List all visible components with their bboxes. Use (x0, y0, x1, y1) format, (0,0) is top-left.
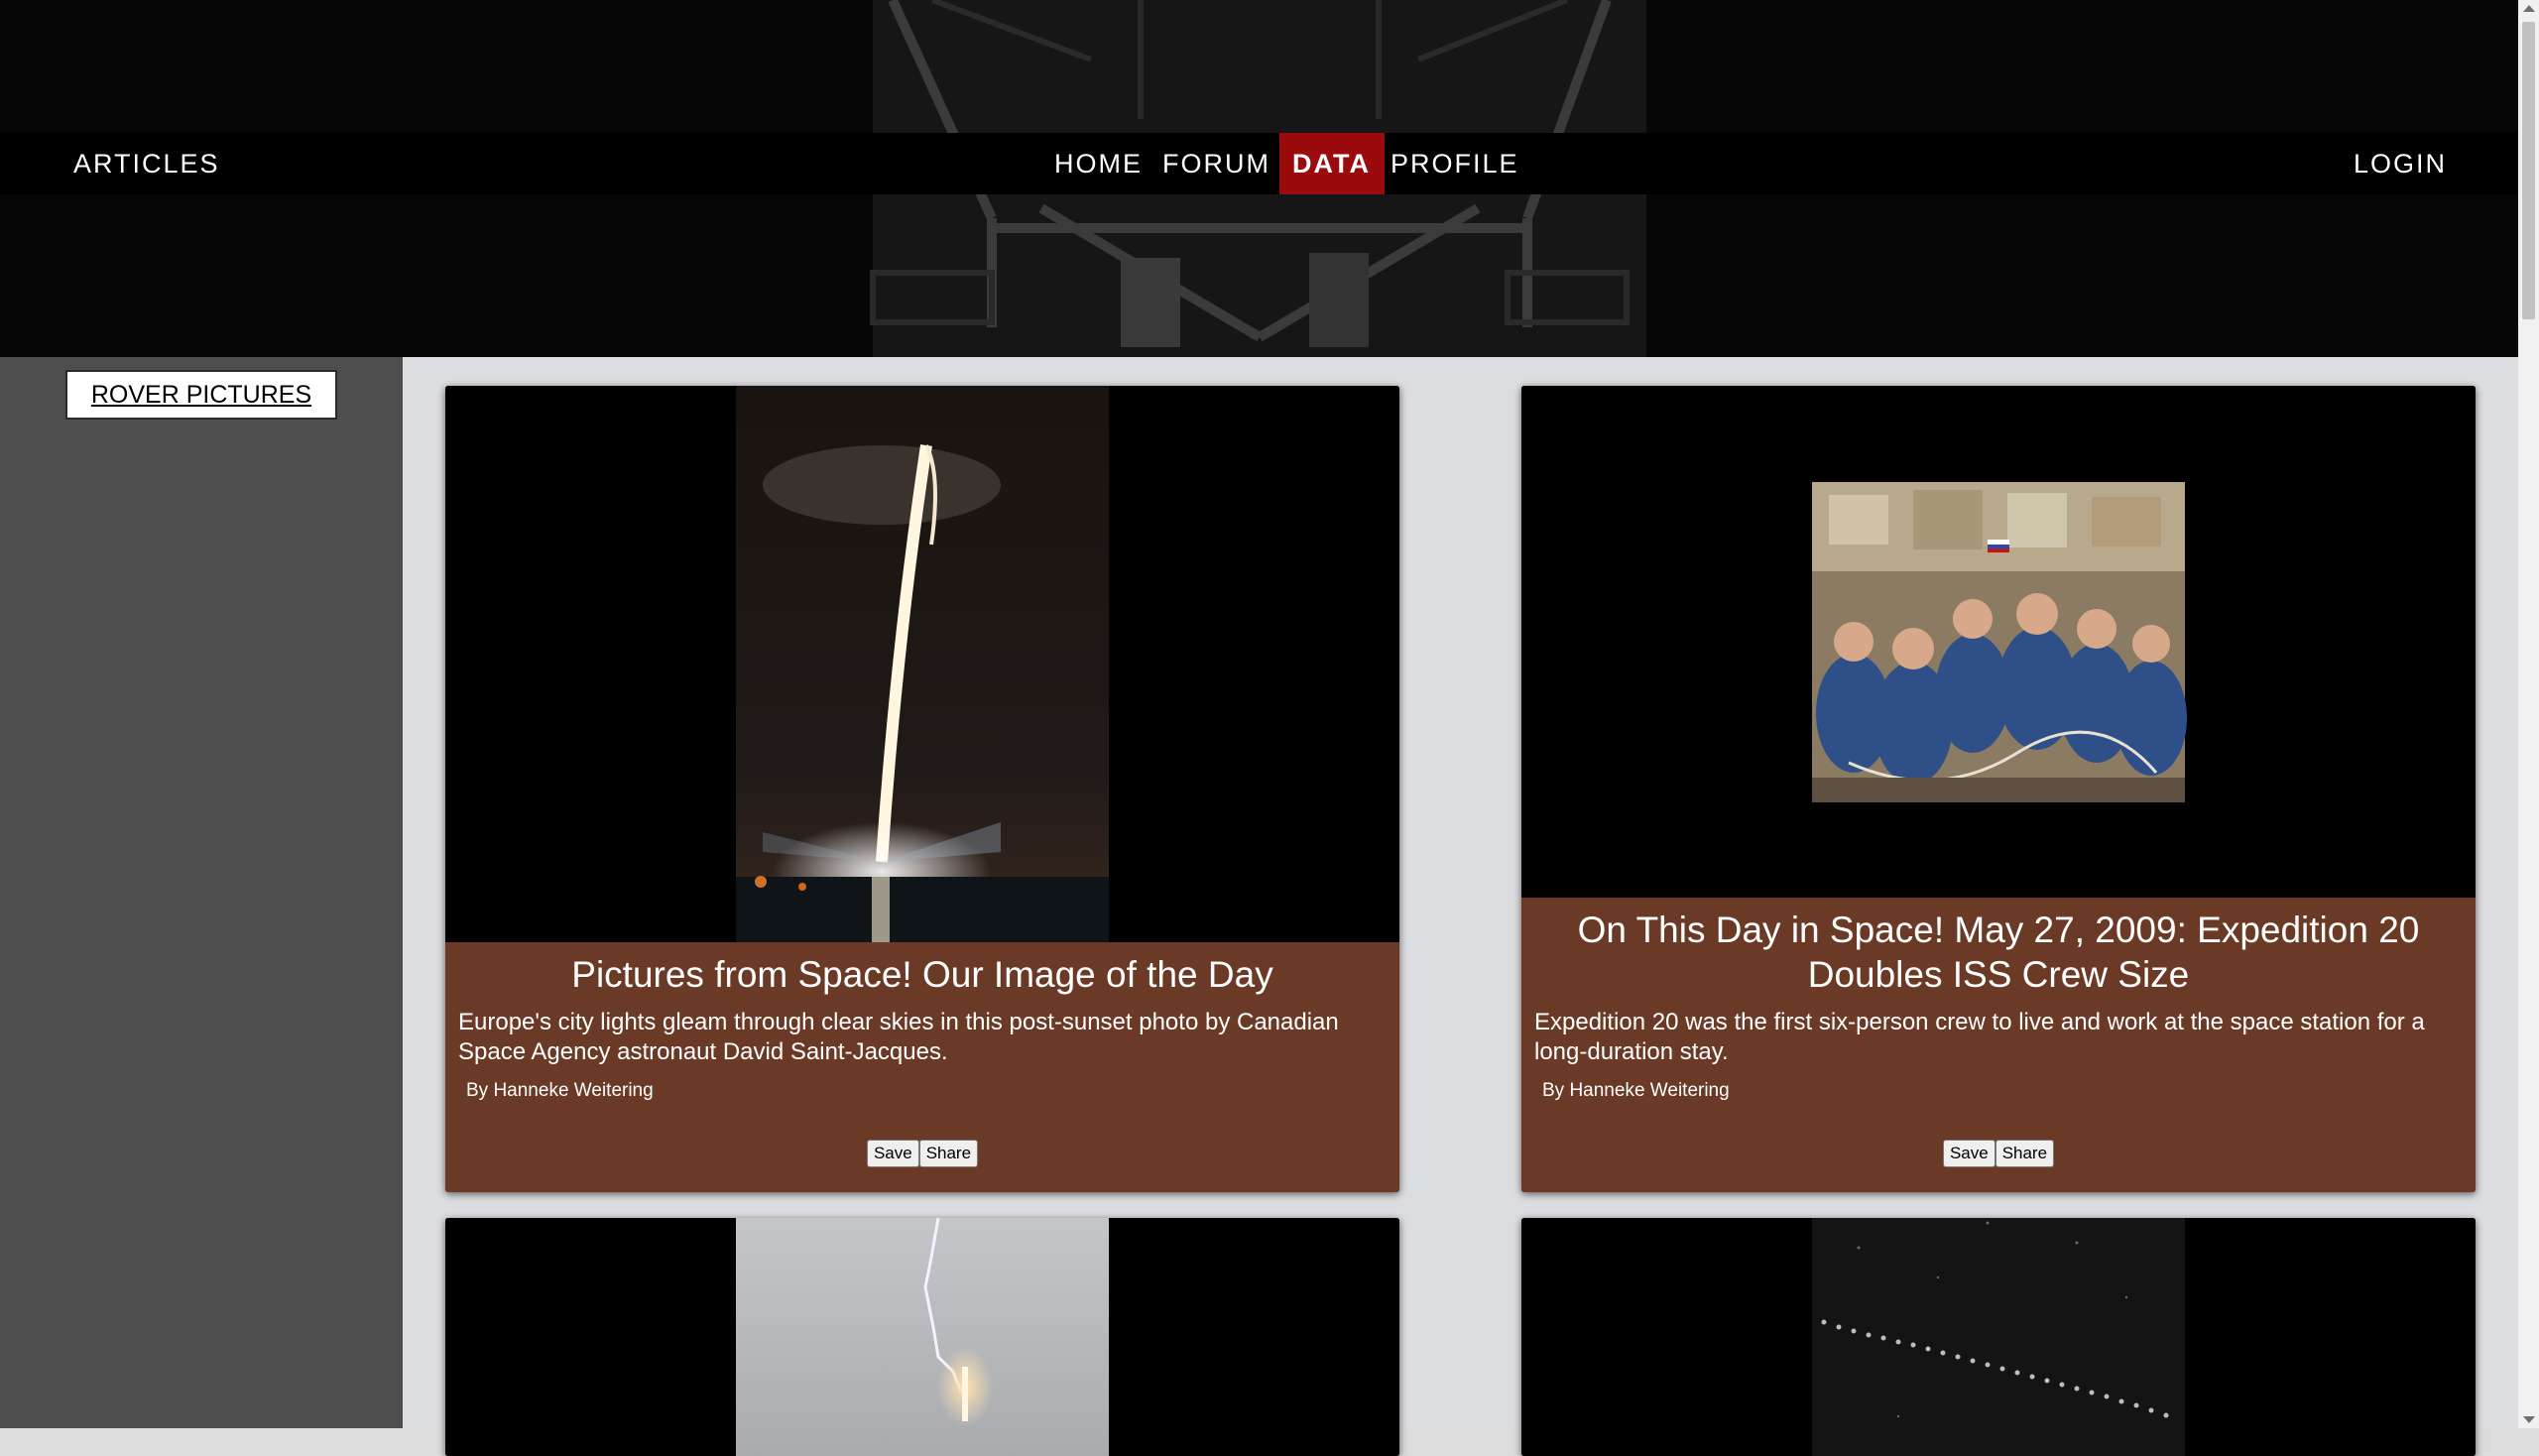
nav-forum[interactable]: FORUM (1162, 133, 1270, 194)
article-body: On This Day in Space! May 27, 2009: Expe… (1521, 898, 2476, 1192)
scroll-up-arrow-icon[interactable] (2523, 5, 2535, 12)
article-description: Europe's city lights gleam through clear… (458, 1009, 1339, 1065)
article-title[interactable]: Pictures from Space! Our Image of the Da… (465, 952, 1380, 997)
nav-articles[interactable]: ARTICLES (73, 133, 220, 194)
nav-data[interactable]: DATA (1279, 133, 1385, 194)
scrollbar-thumb[interactable] (2522, 22, 2535, 319)
article-description: Expedition 20 was the first six-person c… (1534, 1009, 2425, 1065)
article-card[interactable] (445, 1218, 1399, 1456)
main-navigation: ARTICLES HOME FORUM DATA PROFILE LOGIN (0, 133, 2518, 194)
scroll-down-arrow-icon[interactable] (2523, 1416, 2535, 1423)
vertical-scrollbar[interactable] (2518, 0, 2539, 1428)
article-body: Pictures from Space! Our Image of the Da… (445, 942, 1399, 1192)
save-button[interactable]: Save (1942, 1140, 1995, 1167)
article-grid: Pictures from Space! Our Image of the Da… (403, 357, 2518, 1456)
nav-login[interactable]: LOGIN (2354, 133, 2447, 194)
article-actions: Save Share (1521, 1140, 2476, 1167)
article-image[interactable] (445, 1218, 1399, 1456)
lightning-launch-photo (445, 1218, 1399, 1456)
rover-pictures-button[interactable]: ROVER PICTURES (65, 370, 337, 420)
article-actions: Save Share (445, 1140, 1399, 1167)
article-image[interactable] (1521, 1218, 2476, 1456)
article-card[interactable] (1521, 1218, 2476, 1456)
nav-profile[interactable]: PROFILE (1390, 133, 1519, 194)
article-card[interactable]: Pictures from Space! Our Image of the Da… (445, 386, 1399, 1192)
nav-home[interactable]: HOME (1054, 133, 1143, 194)
article-card[interactable]: On This Day in Space! May 27, 2009: Expe… (1521, 386, 2476, 1192)
article-title[interactable]: On This Day in Space! May 27, 2009: Expe… (1541, 908, 2456, 997)
article-byline: By Hanneke Weitering (1542, 1080, 1730, 1101)
article-byline: By Hanneke Weitering (466, 1080, 654, 1101)
iss-crew-photo (1521, 386, 2476, 898)
sidebar: ROVER PICTURES (0, 357, 403, 1428)
share-button[interactable]: Share (1995, 1140, 2055, 1167)
share-button[interactable]: Share (918, 1140, 979, 1167)
article-image[interactable] (1521, 386, 2476, 898)
article-image[interactable] (445, 386, 1399, 942)
rocket-launch-photo (445, 386, 1399, 942)
satellite-trail-photo (1521, 1218, 2476, 1456)
save-button[interactable]: Save (866, 1140, 919, 1167)
